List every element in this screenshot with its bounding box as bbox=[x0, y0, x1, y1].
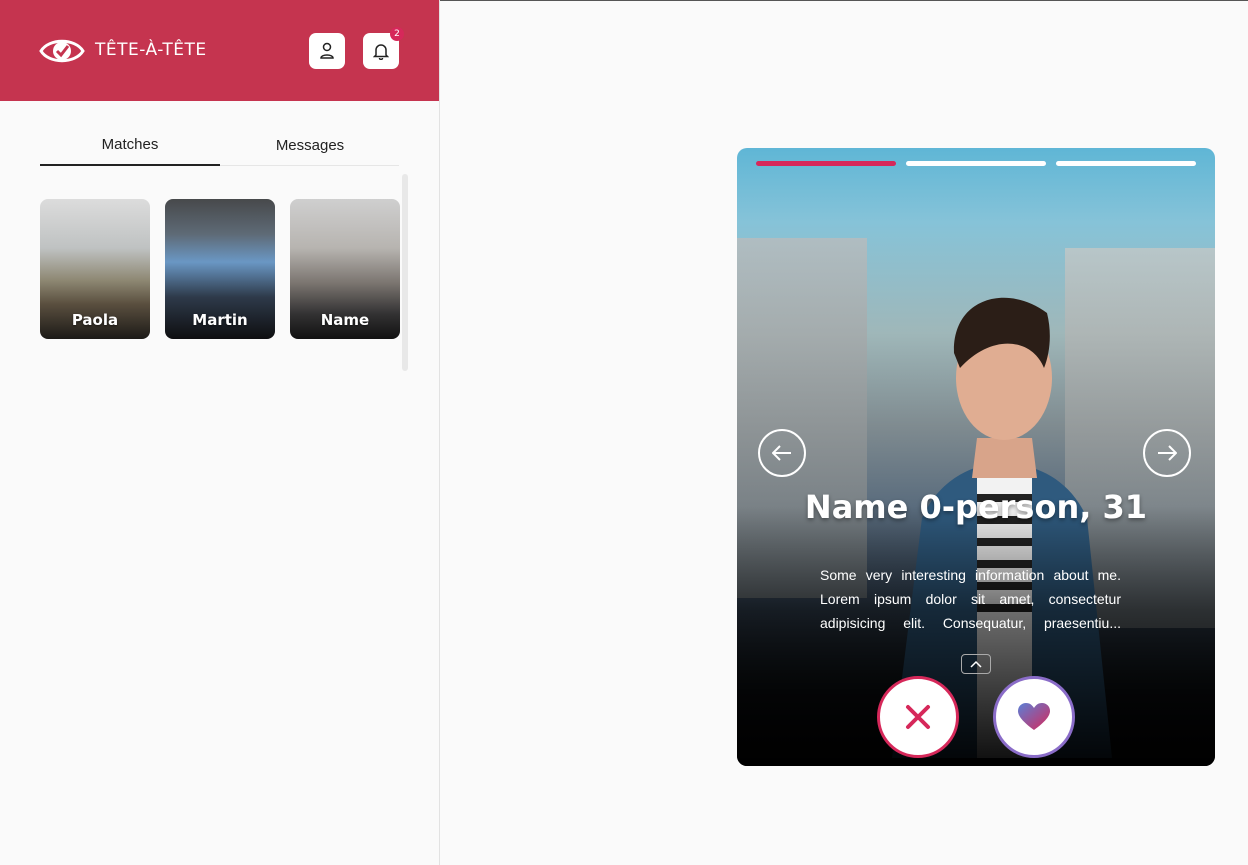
chevron-up-icon bbox=[970, 660, 982, 668]
tab-matches[interactable]: Matches bbox=[40, 125, 220, 166]
tab-messages[interactable]: Messages bbox=[220, 125, 400, 165]
next-photo-button[interactable] bbox=[1143, 429, 1191, 477]
eye-logo-icon bbox=[39, 39, 85, 63]
profile-bio: Some very interesting information about … bbox=[820, 567, 1121, 631]
previous-photo-button[interactable] bbox=[758, 429, 806, 477]
match-card-martin[interactable]: Martin bbox=[165, 199, 275, 339]
arrow-left-icon bbox=[772, 445, 791, 461]
profile-button[interactable] bbox=[309, 33, 345, 69]
card-shade bbox=[737, 506, 1215, 766]
photo-progress bbox=[1056, 161, 1196, 166]
heart-icon bbox=[1018, 703, 1050, 730]
match-name: Martin bbox=[192, 311, 248, 329]
sidebar-tabs: Matches Messages bbox=[40, 125, 399, 166]
match-name: Name bbox=[320, 311, 370, 329]
notifications-button[interactable]: 2 bbox=[363, 27, 404, 69]
like-button[interactable] bbox=[993, 676, 1075, 758]
profile-name-age: Name 0-person, 31 bbox=[804, 488, 1148, 526]
brand-name: TÊTE-À-TÊTE bbox=[95, 40, 207, 60]
photo-progress bbox=[906, 161, 1046, 166]
photo-progress-active bbox=[756, 161, 896, 166]
bell-icon bbox=[373, 44, 389, 60]
user-icon bbox=[320, 42, 334, 59]
match-card-paola[interactable]: Paola bbox=[40, 199, 150, 339]
close-icon bbox=[906, 705, 930, 729]
sidebar: TÊTE-À-TÊTE 2 Matches Messages Paola Mar… bbox=[0, 0, 440, 865]
expand-bio-button[interactable] bbox=[961, 654, 991, 674]
match-name: Paola bbox=[71, 311, 119, 329]
app-header: TÊTE-À-TÊTE 2 bbox=[0, 0, 439, 101]
profile-card: Name 0-person, 31 Some very interesting … bbox=[737, 148, 1215, 766]
dislike-button[interactable] bbox=[877, 676, 959, 758]
matches-scrollbar[interactable] bbox=[402, 174, 408, 371]
match-card-name[interactable]: Name bbox=[290, 199, 400, 339]
arrow-right-icon bbox=[1158, 445, 1177, 461]
notification-badge: 2 bbox=[390, 27, 404, 41]
